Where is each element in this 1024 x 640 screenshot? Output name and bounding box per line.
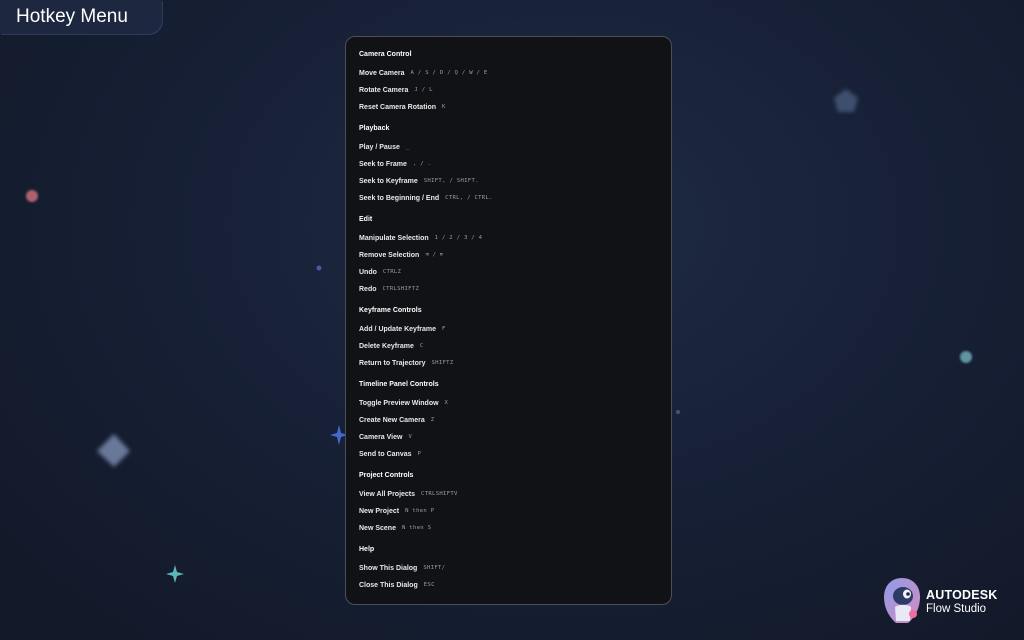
section-title: Camera Control	[359, 51, 412, 58]
blurred-diamond-left	[97, 434, 130, 467]
hotkey-keys: SHIFTZ	[431, 360, 454, 366]
blurred-pentagon-right	[834, 89, 858, 112]
brand-product: Flow Studio	[926, 603, 987, 615]
hotkey-row: Seek to Frame , / .	[359, 156, 671, 173]
hotkey-keys: N then P	[405, 508, 435, 514]
hotkey-label: Delete Keyframe	[359, 343, 414, 350]
hotkey-label: Toggle Preview Window	[359, 400, 439, 407]
blue-dot	[316, 265, 322, 271]
section-title: Project Controls	[359, 472, 414, 479]
brand-name: AUTODESK	[926, 588, 998, 602]
brand-logo: AUTODESK Flow Studio	[883, 577, 1013, 625]
hotkey-row: Redo CTRLSHIFTZ	[359, 281, 671, 298]
hotkey-keys: N then S	[401, 525, 432, 531]
hotkey-label: Remove Selection	[359, 252, 420, 259]
hotkey-keys: P	[417, 451, 422, 457]
hotkey-label: Show This Dialog	[359, 565, 418, 572]
hotkey-keys: ESC	[423, 582, 435, 588]
hotkey-panel: Camera Control Move Camera A / S / D / Q /…	[345, 36, 672, 605]
hotkey-row: Camera View V	[359, 429, 671, 446]
teal-sparkle-icon	[166, 565, 184, 583]
hotkey-row: Remove Selection ⌫ / ⌦	[359, 247, 671, 264]
hotkey-row: New Scene N then S	[359, 520, 671, 537]
section-title: Timeline Panel Controls	[359, 381, 439, 388]
hotkey-row: Reset Camera Rotation K	[359, 99, 671, 116]
hotkey-label: Rotate Camera	[359, 87, 409, 94]
hotkey-row: Toggle Preview Window X	[359, 395, 671, 412]
hotkey-keys: X	[444, 400, 449, 406]
hotkey-label: Manipulate Selection	[359, 235, 429, 242]
section-title: Edit	[359, 216, 373, 223]
hotkey-keys: K	[442, 104, 446, 110]
hotkey-keys: Z	[430, 417, 435, 423]
hotkey-row: Add / Update Keyframe F	[359, 321, 671, 338]
hotkey-label: Close This Dialog	[359, 582, 418, 589]
hotkey-label: Create New Camera	[359, 417, 425, 424]
flow-studio-logo-icon	[884, 578, 920, 623]
hotkey-row: Create New Camera Z	[359, 412, 671, 429]
hotkey-keys: CTRL, / CTRL.	[445, 195, 493, 201]
hotkey-row: Send to Canvas P	[359, 446, 671, 463]
hotkey-row: Rotate Camera J / L	[359, 82, 671, 99]
hotkey-keys: J / L	[414, 87, 433, 93]
hotkey-label: New Scene	[359, 525, 396, 532]
hotkey-keys: _	[405, 144, 410, 150]
hotkey-row: Close This Dialog ESC	[359, 577, 671, 594]
hotkey-row: Delete Keyframe C	[359, 338, 671, 355]
hotkey-keys: A / S / D / Q / W / E	[410, 70, 488, 76]
hotkey-row: Return to Trajectory SHIFTZ	[359, 355, 671, 372]
hotkey-label: Seek to Keyframe	[359, 178, 418, 185]
hotkey-label: Seek to Beginning / End	[359, 195, 440, 202]
hotkey-keys: 1 / 2 / 3 / 4	[434, 235, 483, 241]
hotkey-row: Manipulate Selection 1 / 2 / 3 / 4	[359, 230, 671, 247]
hotkey-label: Seek to Frame	[359, 161, 407, 168]
hotkey-row: Move Camera A / S / D / Q / W / E	[359, 65, 671, 82]
teal-glow-dot	[960, 351, 972, 363]
hotkey-label: View All Projects	[359, 491, 416, 498]
hotkey-label: Send to Canvas	[359, 451, 412, 458]
hotkey-keys: CTRLSHIFTV	[421, 491, 458, 497]
hotkey-row: New Project N then P	[359, 503, 671, 520]
hotkey-keys: CTRLSHIFTZ	[382, 286, 420, 292]
hotkey-label: Redo	[359, 286, 377, 293]
pink-glow-dot	[26, 190, 38, 202]
hotkey-keys: F	[442, 326, 446, 332]
hotkey-keys: SHIFT/	[423, 565, 446, 571]
hotkey-keys: CTRLZ	[382, 269, 402, 275]
hotkey-row: Play / Pause _	[359, 139, 671, 156]
section-title: Help	[359, 546, 375, 553]
section-title: Playback	[359, 125, 390, 132]
hotkey-keys: ⌫ / ⌦	[425, 252, 444, 258]
hotkey-keys: , / .	[412, 161, 432, 167]
hotkey-label: Add / Update Keyframe	[359, 326, 437, 333]
hotkey-keys: C	[419, 343, 424, 349]
hotkey-label: Undo	[359, 269, 377, 276]
faint-dot	[676, 410, 680, 414]
hotkey-label: New Project	[359, 508, 400, 515]
hotkey-keys: V	[408, 434, 413, 440]
hotkey-label: Return to Trajectory	[359, 360, 426, 367]
hotkey-row: Undo CTRLZ	[359, 264, 671, 281]
hotkey-label: Play / Pause	[359, 144, 400, 151]
hotkey-keys: SHIFT, / SHIFT.	[423, 178, 479, 184]
hotkey-label: Reset Camera Rotation	[359, 104, 437, 111]
hotkey-label: Move Camera	[359, 70, 405, 77]
hotkey-label: Camera View	[359, 434, 403, 441]
section-title: Keyframe Controls	[359, 307, 422, 314]
hotkey-row: Seek to Beginning / End CTRL, / CTRL.	[359, 190, 671, 207]
hotkey-row: View All Projects CTRLSHIFTV	[359, 486, 671, 503]
hotkey-row: Seek to Keyframe SHIFT, / SHIFT.	[359, 173, 671, 190]
hotkey-row: Show This Dialog SHIFT/	[359, 560, 671, 577]
